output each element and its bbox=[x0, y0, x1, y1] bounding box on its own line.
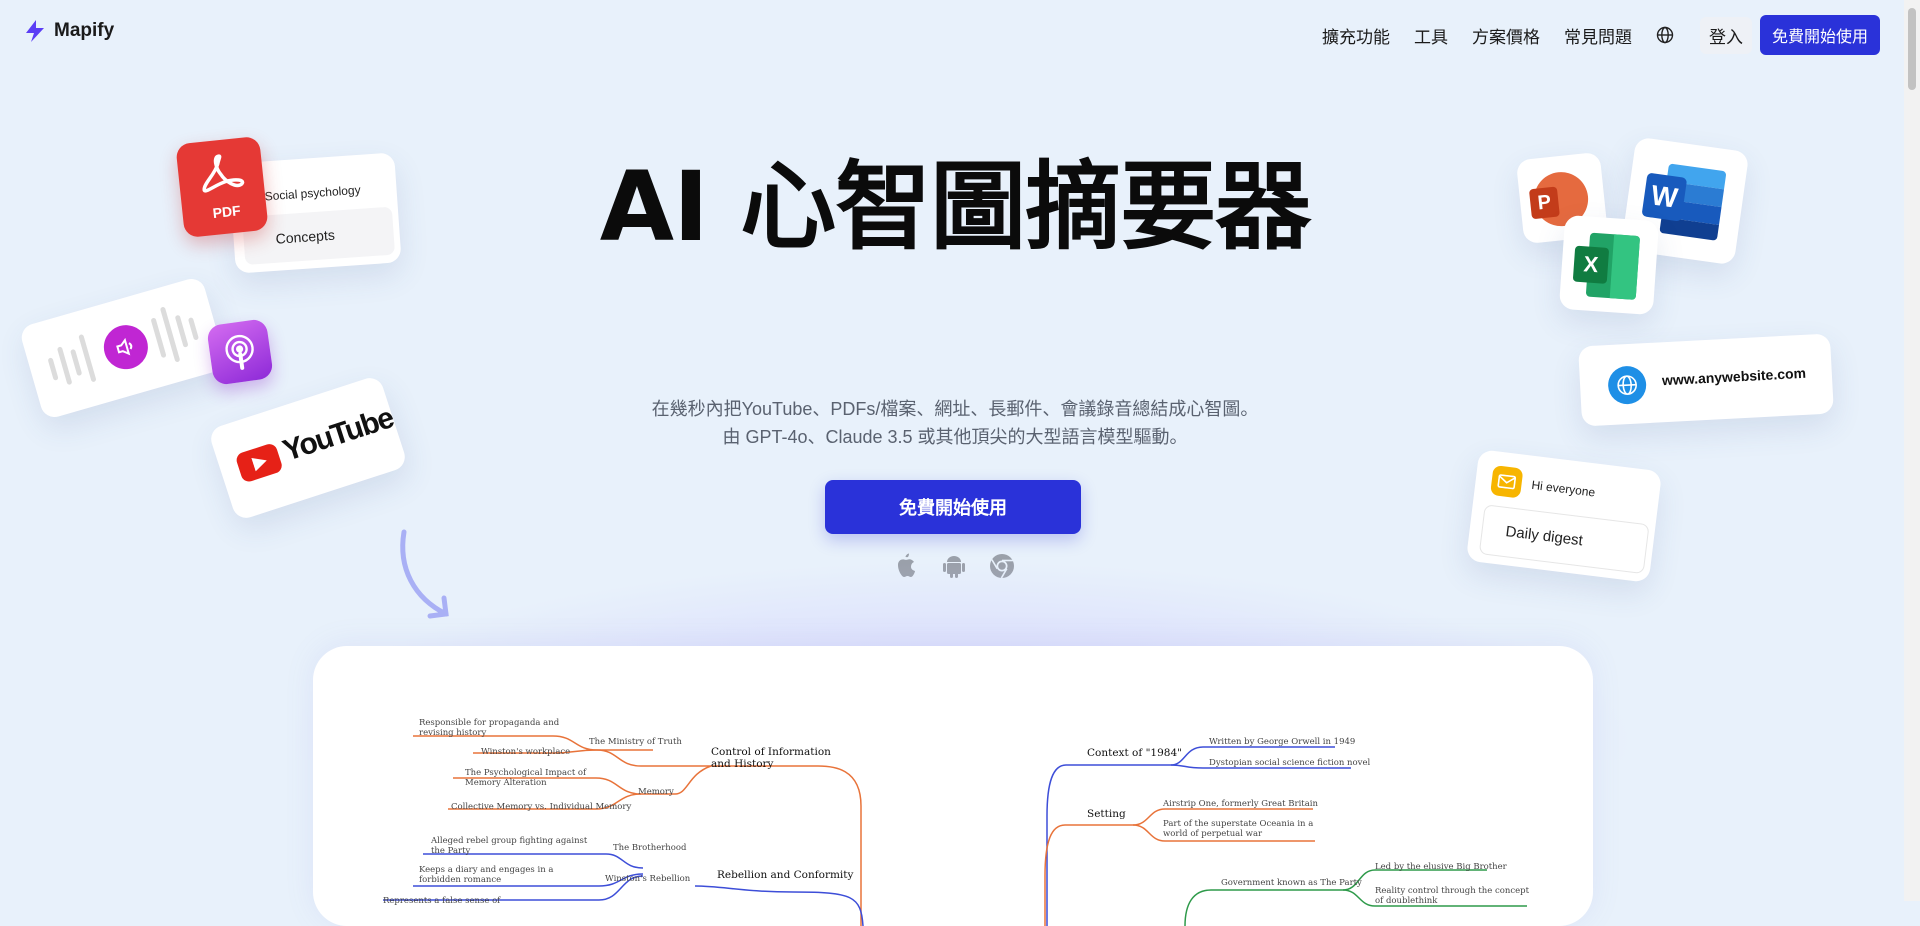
hero-subtitle-line-1: 在幾秒內把YouTube、PDFs/檔案、網址、長郵件、會議錄音總結成心智圖。 bbox=[651, 399, 1259, 419]
mindmap-node: Winston's Rebellion bbox=[605, 874, 691, 884]
mindmap-node: Government known as The Party bbox=[1221, 878, 1362, 888]
pdf-line-1: Social psychology bbox=[264, 182, 362, 204]
mindmap-node: Memory bbox=[638, 787, 674, 797]
mindmap-branch-title: Setting bbox=[1087, 808, 1126, 820]
mindmap-branch-title: Context of "1984" bbox=[1087, 747, 1182, 759]
mindmap-leaf: Responsible for propaganda and revising … bbox=[419, 718, 560, 738]
mindmap-leaf: The Psychological Impact of Memory Alter… bbox=[465, 768, 587, 788]
website-card: www.anywebsite.com bbox=[1578, 333, 1834, 427]
mindmap-leaf: Dystopian social science fiction novel bbox=[1209, 758, 1371, 768]
pdf-icon: PDF bbox=[175, 135, 269, 239]
youtube-play-icon bbox=[234, 442, 284, 484]
mindmap-preview-panel: Control of Information and History The M… bbox=[313, 646, 1593, 926]
nav-faq[interactable]: 常見問題 bbox=[1564, 23, 1632, 48]
lightning-logo-icon bbox=[26, 20, 44, 42]
website-url: www.anywebsite.com bbox=[1661, 364, 1807, 389]
header-cta-button[interactable]: 免費開始使用 bbox=[1759, 15, 1880, 55]
mindmap-leaf: Keeps a diary and engages in a forbidden… bbox=[419, 865, 554, 885]
nav-pricing[interactable]: 方案價格 bbox=[1472, 23, 1540, 48]
mindmap-leaf: Collective Memory vs. Individual Memory bbox=[451, 802, 632, 812]
mindmap-branch-title: Control of Information and History bbox=[711, 746, 831, 770]
hero-subtitle-line-2: 由 GPT-4o、Claude 3.5 或其他頂尖的大型語言模型驅動。 bbox=[722, 427, 1188, 447]
mindmap-leaf: Alleged rebel group fighting against the… bbox=[431, 836, 588, 856]
audio-card bbox=[18, 275, 228, 421]
mindmap-leaf: Reality control through the concept of d… bbox=[1375, 886, 1530, 906]
mail-icon bbox=[1490, 465, 1524, 499]
language-globe-icon[interactable] bbox=[1656, 26, 1674, 44]
brand-logo[interactable]: Mapify bbox=[22, 18, 114, 44]
mindmap-leaf: Led by the elusive Big Brother bbox=[1375, 862, 1507, 872]
top-nav: 擴充功能 工具 方案價格 常見問題 登入 免費開始使用 bbox=[1322, 15, 1880, 55]
email-line-1: Hi everyone bbox=[1530, 477, 1596, 500]
mindmap-leaf: Written by George Orwell in 1949 bbox=[1209, 737, 1356, 747]
brand-name: Mapify bbox=[54, 20, 115, 41]
mindmap-leaf: Airstrip One, formerly Great Britain bbox=[1163, 799, 1318, 809]
youtube-card: YouTube bbox=[207, 374, 409, 522]
login-button[interactable]: 登入 bbox=[1699, 16, 1752, 54]
nav-tools[interactable]: 工具 bbox=[1414, 23, 1448, 48]
mindmap-leaf: Represents a false sense of bbox=[383, 896, 501, 906]
pdf-label: PDF bbox=[211, 202, 242, 222]
mindmap-node: The Brotherhood bbox=[613, 843, 687, 853]
youtube-label: YouTube bbox=[278, 401, 398, 468]
hero-title: AI 心智圖摘要器 bbox=[599, 151, 1311, 263]
mindmap-leaf: Part of the superstate Oceania in a worl… bbox=[1163, 819, 1314, 839]
mindmap-branch-title: Rebellion and Conformity bbox=[717, 869, 854, 881]
page-scrollbar[interactable] bbox=[1904, 0, 1920, 901]
mindmap-node: The Ministry of Truth bbox=[589, 737, 682, 747]
podcast-icon bbox=[206, 318, 274, 386]
nav-extensions[interactable]: 擴充功能 bbox=[1322, 23, 1390, 48]
excel-icon: X bbox=[1558, 214, 1660, 316]
hero-cta-button[interactable]: 免費開始使用 bbox=[825, 480, 1081, 534]
mindmap-leaf: Winston's workplace bbox=[481, 747, 571, 757]
globe-icon bbox=[1607, 365, 1648, 406]
